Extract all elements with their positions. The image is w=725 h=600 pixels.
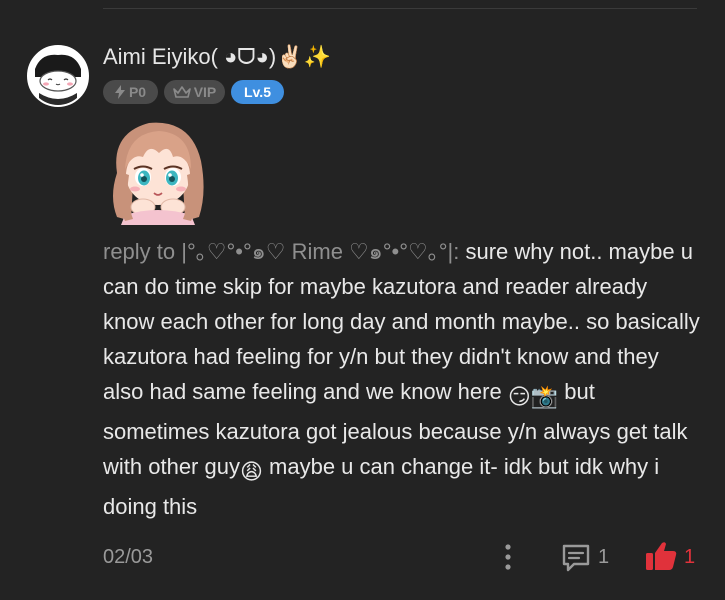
badge-level-label: Lv.5 bbox=[244, 84, 271, 100]
badge-vip-label: VIP bbox=[193, 84, 217, 100]
username[interactable]: Aimi Eiyiko( ◕ᗜ◕)✌🏻✨ bbox=[103, 42, 331, 72]
crown-icon bbox=[172, 86, 191, 98]
smirk-camera-emoji: 😏📸 bbox=[507, 384, 559, 409]
anime-girl-sticker bbox=[103, 113, 213, 225]
thumbs-up-icon[interactable] bbox=[644, 540, 678, 572]
divider bbox=[103, 8, 697, 9]
badge-row: P0 VIP Lv.5 bbox=[103, 80, 284, 104]
reply-comment-icon[interactable] bbox=[560, 541, 592, 573]
badge-p0[interactable]: P0 bbox=[103, 80, 158, 104]
badge-vip[interactable]: VIP bbox=[164, 80, 225, 104]
more-options-icon[interactable] bbox=[498, 542, 518, 572]
comment-page: Aimi Eiyiko( ◕ᗜ◕)✌🏻✨ P0 VIP Lv.5 reply t… bbox=[0, 0, 725, 600]
badge-level[interactable]: Lv.5 bbox=[231, 80, 284, 104]
avatar-drawing bbox=[29, 47, 87, 105]
lightning-icon bbox=[114, 85, 125, 99]
weary-face-emoji: 😩 bbox=[239, 459, 263, 484]
comment-date: 02/03 bbox=[103, 546, 154, 568]
like-count: 1 bbox=[684, 546, 696, 568]
reply-count: 1 bbox=[598, 546, 610, 568]
badge-p0-label: P0 bbox=[128, 84, 147, 100]
comment-text: reply to |°｡♡°•°๑♡ Rime ♡๑°•°♡｡°|: sure … bbox=[103, 234, 703, 524]
avatar[interactable] bbox=[27, 45, 89, 107]
reply-to-prefix[interactable]: reply to |°｡♡°•°๑♡ Rime ♡๑°•°♡｡°|: bbox=[103, 239, 459, 264]
